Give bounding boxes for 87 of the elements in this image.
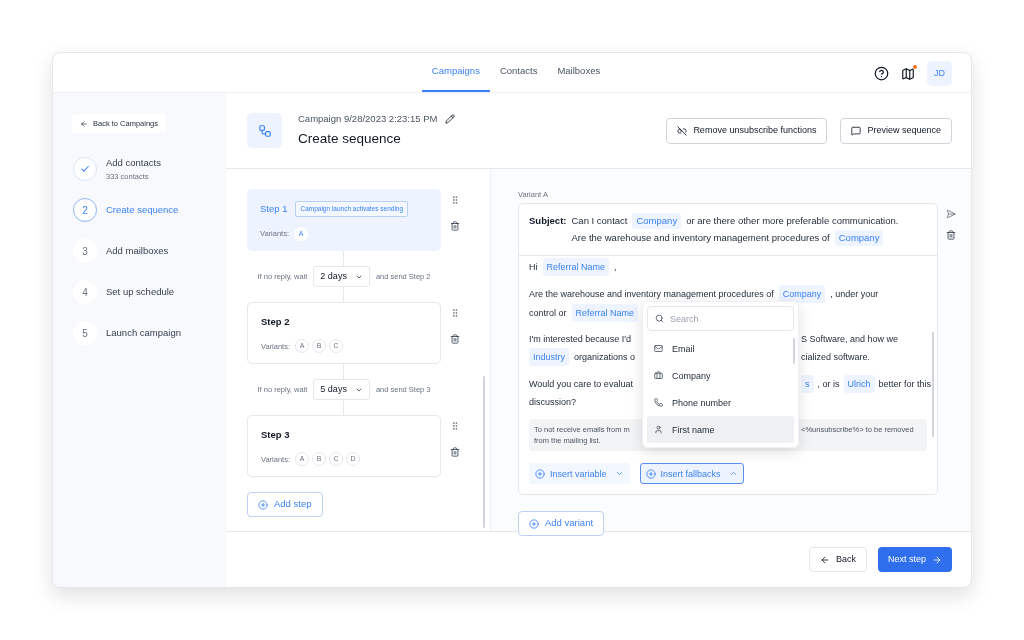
body-text: control or [529,307,567,320]
body-text: or are there other more preferable communication. [686,213,899,228]
arrow-right-icon [932,554,942,565]
chevron-up-icon [728,469,738,478]
back-button[interactable]: Back [808,547,867,572]
drag-handle-icon[interactable] [450,421,460,431]
step-number: 4 [73,280,97,304]
insert-dropdown-button[interactable]: Insert fallbacks [639,463,744,484]
scrollbar[interactable] [793,338,795,364]
subject-label: Subject: [529,213,567,228]
variable-chip: Company [834,229,884,246]
body-text: cialized software. [801,351,871,364]
nav-tab[interactable]: Campaigns [421,53,490,92]
help-icon[interactable] [874,66,889,81]
envelope-icon [654,344,663,353]
add-step-button[interactable]: Add step [247,492,323,517]
variable-chip: Ulrich [843,375,875,393]
step-check-icon [73,157,97,181]
drag-handle-icon[interactable] [450,308,460,318]
variable-chip: Company [778,285,826,303]
delete-icon[interactable] [450,334,460,344]
step-label[interactable]: Set up schedule [106,284,175,300]
plus-circle-icon [535,468,545,479]
variable-chip: s [801,375,814,393]
body-text: Hi [529,261,538,274]
add-variant-button[interactable]: Add variant [518,511,605,536]
scrollbar[interactable] [932,332,934,437]
chevron-down-icon [614,469,624,478]
step-label[interactable]: Add contacts [106,155,161,170]
remove-unsubscribe-button[interactable]: Remove unsubscribe functions [666,117,828,144]
body-text: Are the warehouse and inventory management procedures of [571,230,830,245]
body-text: Are the warehouse and inventory management procedures of [529,288,774,301]
phone-icon [654,398,663,407]
body-text: , under your [830,288,879,301]
step-title: Step 2 [261,315,290,329]
drag-handle-icon[interactable] [450,195,460,205]
dropdown-item[interactable]: First name [647,416,794,443]
delete-icon[interactable] [450,221,460,231]
step-number: 2 [73,198,97,222]
step-number: 5 [73,321,97,345]
body-text: , [614,261,617,274]
arrow-left-icon [80,119,88,128]
scrollbar[interactable] [483,376,485,528]
step-title: Step 3 [261,428,290,442]
briefcase-icon [654,371,663,380]
preview-button[interactable]: Preview sequence [840,117,952,144]
step-label[interactable]: Launch campaign [106,325,181,341]
person-icon [654,425,663,434]
map-icon[interactable] [901,66,915,81]
plus-circle-icon [529,518,539,529]
unlink-icon [677,125,688,136]
next-step-button[interactable]: Next step [877,547,952,572]
send-icon[interactable] [946,208,956,219]
user-avatar[interactable]: JD [927,61,952,86]
delete-icon[interactable] [450,447,460,457]
plus-circle-icon [645,468,656,479]
body-text: , or is [817,378,840,391]
step-label[interactable]: Create sequence [106,202,179,218]
delay-select[interactable]: 2 days [313,266,370,287]
delete-icon[interactable] [946,229,956,240]
step-number: 3 [73,239,97,263]
sequence-icon [247,113,282,148]
nav-tab[interactable]: Mailboxes [547,53,611,92]
step-label[interactable]: Add mailboxes [106,243,169,259]
delay-select[interactable]: 5 days [313,379,370,400]
variable-chip: Referral Name [571,304,639,322]
body-text: organizations o [574,351,636,364]
speech-bubble-icon [851,125,862,136]
variable-chip: Company [632,212,682,229]
body-text: Can I contact [571,213,628,228]
body-text: better for this [878,378,932,391]
variable-chip: Industry [529,348,569,366]
variable-chip: Referral Name [542,258,610,276]
search-field[interactable]: Search [647,306,794,331]
plus-circle-icon [258,499,268,510]
body-text: S Software, and how we [801,333,899,346]
nav-tab[interactable]: Contacts [489,53,548,92]
insert-dropdown-button[interactable]: Insert variable [529,463,630,484]
body-text: discussion? [529,396,577,409]
campaign-name: Campaign 9/28/2023 2:23:15 PM [298,111,438,126]
body-text: Would you care to evaluat [529,378,633,391]
arrow-left-icon [819,554,830,565]
body-text: I'm interested because I'd [529,333,631,346]
step-title: Step 1 [260,201,288,216]
pencil-icon[interactable] [445,113,456,124]
search-icon [655,314,664,323]
page-title: Create sequence [298,130,402,148]
